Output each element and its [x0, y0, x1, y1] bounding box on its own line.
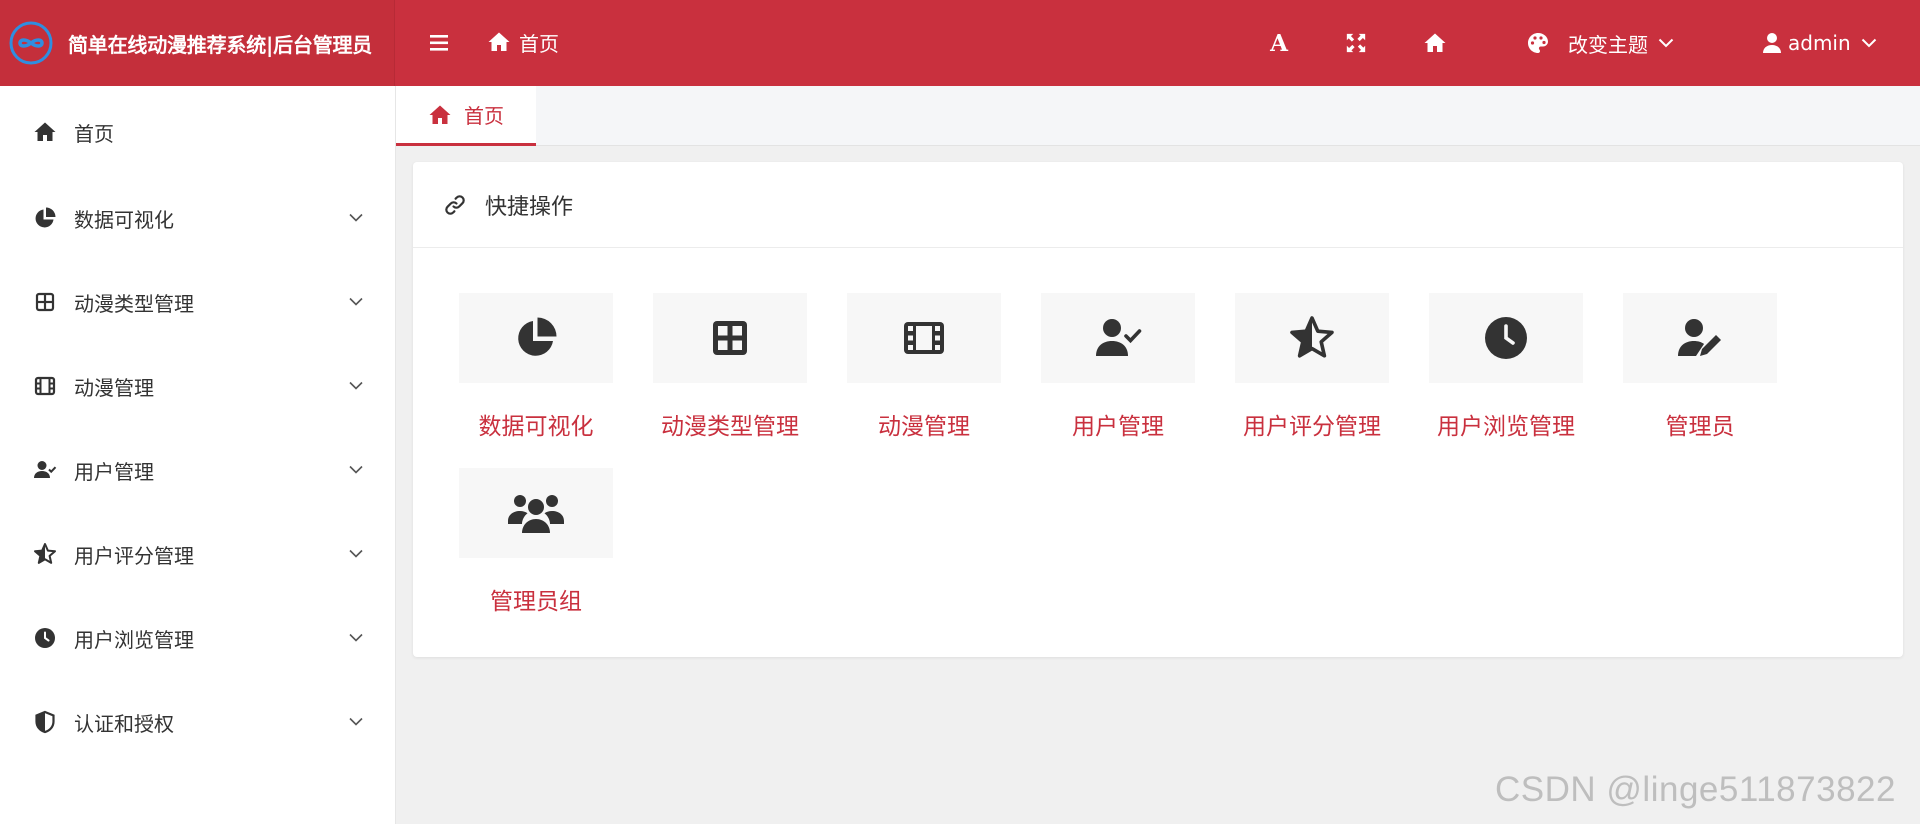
quick-action-user-rating-management[interactable]: 用户评分管理 [1189, 293, 1389, 440]
quick-action-anime-management[interactable]: 动漫管理 [801, 293, 1001, 440]
sidebar-item-label: 用户浏览管理 [74, 627, 194, 652]
tile-icon-box [459, 293, 613, 383]
user-label: admin [1788, 31, 1851, 55]
quick-action-user-management[interactable]: 用户管理 [995, 293, 1195, 440]
breadcrumb-label: 首页 [519, 31, 559, 56]
user-check-icon [34, 461, 57, 478]
link-icon [445, 194, 465, 215]
user-edit-icon [1678, 319, 1721, 356]
sidebar-item-home[interactable]: 首页 [0, 102, 395, 162]
tile-icon-box [653, 293, 807, 383]
sidebar-item-label: 动漫类型管理 [74, 291, 194, 316]
tile-icon-box [847, 293, 1001, 383]
sidebar-item-label: 用户管理 [74, 459, 154, 484]
tile-icon-box [1235, 293, 1389, 383]
chevron-down-icon [1658, 38, 1674, 48]
header-breadcrumb-home[interactable]: 首页 [487, 26, 559, 58]
home-icon [1424, 33, 1446, 52]
sidebar-item-user-management[interactable]: 用户管理 [0, 440, 395, 500]
font-size-button[interactable]: A [1266, 26, 1292, 60]
clock-icon [35, 628, 55, 648]
tile-label: 动漫管理 [878, 414, 970, 440]
quick-action-admin-group[interactable]: 管理员组 [413, 468, 613, 615]
sidebar-item-label: 动漫管理 [74, 375, 154, 400]
sidebar-item-anime-management[interactable]: 动漫管理 [0, 356, 395, 416]
chevron-down-icon [349, 297, 363, 306]
chevron-down-icon [349, 213, 363, 222]
tile-label: 用户浏览管理 [1437, 414, 1575, 440]
chevron-down-icon [349, 381, 363, 390]
chart-pie-icon [35, 207, 56, 228]
clock-icon [1485, 317, 1527, 359]
chevron-down-icon [1861, 38, 1876, 48]
tile-label: 管理员 [1665, 414, 1735, 440]
chevron-down-icon [349, 633, 363, 642]
tile-icon-box [1623, 293, 1777, 383]
tile-label: 动漫类型管理 [661, 414, 799, 440]
grid-icon [713, 321, 747, 355]
app-logo-icon [8, 20, 68, 66]
chevron-down-icon [349, 465, 363, 474]
fullscreen-button[interactable] [1343, 26, 1369, 60]
star-half-icon [34, 543, 56, 564]
quick-action-admin[interactable]: 管理员 [1577, 293, 1777, 440]
tile-label: 用户管理 [1072, 414, 1164, 440]
quick-action-anime-type-management[interactable]: 动漫类型管理 [607, 293, 807, 440]
chart-pie-icon [518, 317, 557, 356]
tile-icon-box [459, 468, 613, 558]
user-icon [1763, 33, 1781, 53]
quick-action-data-visualization[interactable]: 数据可视化 [413, 293, 613, 440]
fullscreen-icon [1346, 33, 1366, 53]
font-icon: A [1270, 29, 1288, 57]
sidebar-item-user-browse-management[interactable]: 用户浏览管理 [0, 608, 395, 668]
star-half-icon [1290, 316, 1334, 358]
tab-label: 首页 [464, 104, 504, 128]
tab-home[interactable]: 首页 [396, 86, 536, 146]
card-title: 快捷操作 [485, 194, 574, 220]
tile-icon-box [1041, 293, 1195, 383]
watermark: CSDN @linge511873822 [1495, 770, 1896, 809]
top-header: 简单在线动漫推荐系统|后台管理员 首页 A 改变主题 admin [0, 0, 1920, 86]
grid-icon [35, 292, 55, 312]
users-icon [508, 495, 564, 533]
quick-action-user-browse-management[interactable]: 用户浏览管理 [1383, 293, 1583, 440]
sidebar: 首页 数据可视化 动漫类型管理 动漫管理 用户管理 用户评分管理 用户浏览管理 … [0, 86, 396, 824]
brand[interactable]: 简单在线动漫推荐系统|后台管理员 [0, 0, 395, 86]
sidebar-item-anime-type-management[interactable]: 动漫类型管理 [0, 272, 395, 332]
tile-label: 用户评分管理 [1243, 414, 1381, 440]
sidebar-item-data-visualization[interactable]: 数据可视化 [0, 188, 395, 248]
tile-icon-box [1429, 293, 1583, 383]
sidebar-item-label: 认证和授权 [74, 711, 174, 736]
user-menu-dropdown[interactable]: admin [1762, 26, 1877, 60]
chevron-down-icon [349, 549, 363, 558]
chevron-down-icon [349, 717, 363, 726]
quick-actions-card: 快捷操作 数据可视化 动漫类型管理 动漫管理 用户管理 用户评分管理 用户浏览管… [413, 162, 1903, 657]
sidebar-item-label: 首页 [74, 121, 114, 146]
home-icon [488, 32, 510, 51]
tab-bar: 首页 [396, 86, 1920, 146]
theme-label: 改变主题 [1568, 32, 1648, 57]
sidebar-item-auth[interactable]: 认证和授权 [0, 692, 395, 752]
tile-label: 数据可视化 [478, 414, 594, 440]
app-title: 简单在线动漫推荐系统|后台管理员 [68, 32, 373, 57]
film-icon [904, 322, 944, 354]
shield-icon [35, 710, 55, 734]
home-icon [34, 122, 56, 141]
menu-toggle-button[interactable] [427, 30, 453, 56]
hamburger-icon [430, 35, 448, 51]
tile-label: 管理员组 [490, 589, 582, 615]
card-header: 快捷操作 [413, 162, 1903, 248]
sidebar-item-label: 数据可视化 [74, 207, 174, 232]
sidebar-item-user-rating-management[interactable]: 用户评分管理 [0, 524, 395, 584]
user-check-icon [1096, 319, 1142, 356]
sidebar-item-label: 用户评分管理 [74, 543, 194, 568]
film-icon [34, 376, 56, 396]
change-theme-dropdown[interactable]: 改变主题 [1526, 26, 1674, 60]
palette-icon [1528, 33, 1548, 53]
home-icon [429, 105, 451, 124]
home-button[interactable] [1420, 26, 1450, 60]
